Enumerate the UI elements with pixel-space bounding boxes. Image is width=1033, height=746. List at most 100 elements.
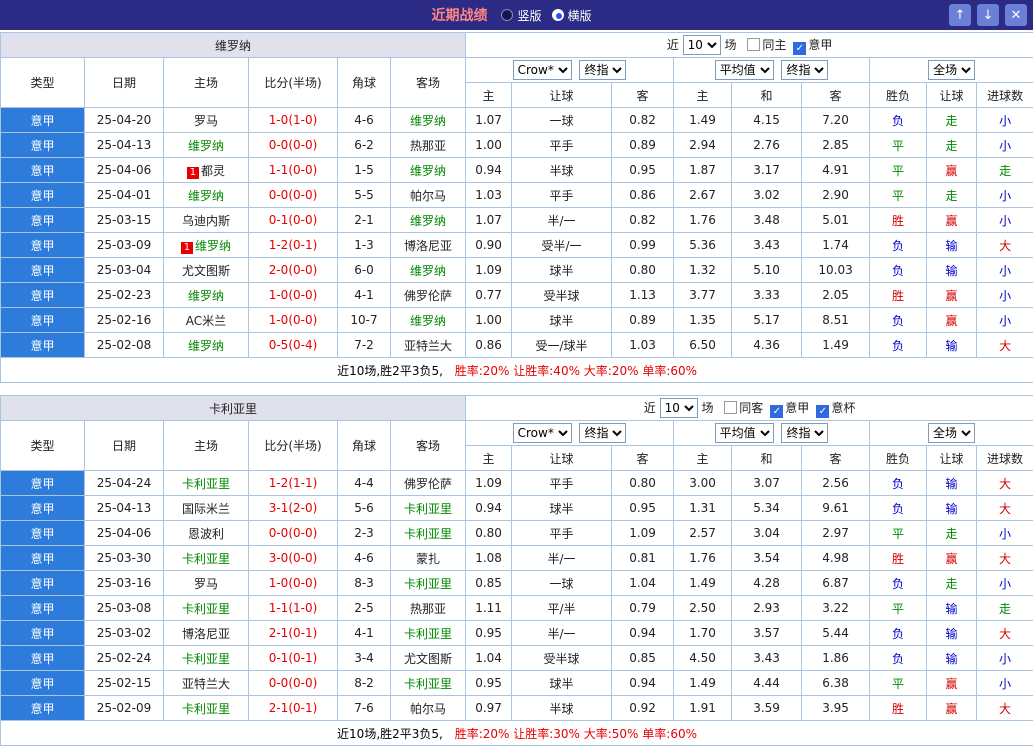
away-team-cell: 蒙扎 bbox=[391, 546, 466, 571]
layout-radio-label: 竖版 bbox=[517, 7, 541, 24]
euro-draw-odds-cell: 3.54 bbox=[732, 546, 802, 571]
filter-checkbox-checked[interactable]: ✓ bbox=[770, 405, 783, 418]
result-wdl-cell: 平 bbox=[870, 158, 927, 183]
match-rows: 意甲25-04-20罗马1-0(1-0)4-6维罗纳1.07一球0.821.49… bbox=[1, 108, 1033, 358]
bookmaker-select[interactable]: Crow* bbox=[513, 423, 572, 443]
asian-away-odds-cell: 0.82 bbox=[612, 208, 674, 233]
asian-away-odds-cell: 0.89 bbox=[612, 133, 674, 158]
away-team-cell: 维罗纳 bbox=[391, 108, 466, 133]
odds-stage-select[interactable]: 终指 bbox=[579, 60, 626, 80]
avg-stage-select[interactable]: 终指 bbox=[781, 60, 828, 80]
corner-cell: 2-1 bbox=[338, 208, 391, 233]
result-handicap-cell: 输 bbox=[927, 496, 977, 521]
layout-radio-unselected[interactable] bbox=[501, 9, 513, 21]
home-team-name: 恩波利 bbox=[188, 527, 224, 541]
score-cell: 0-5(0-4) bbox=[249, 333, 338, 358]
filter-checkbox-unchecked[interactable] bbox=[724, 401, 737, 414]
scope-select[interactable]: 全场 bbox=[928, 423, 975, 443]
euro-home-odds-cell: 5.36 bbox=[674, 233, 732, 258]
date-cell: 25-04-01 bbox=[85, 183, 164, 208]
scroll-up-button[interactable]: ↑ bbox=[949, 4, 971, 26]
unit-label: 场 bbox=[701, 401, 713, 415]
col-euro-home: 主 bbox=[674, 446, 732, 471]
home-team-name: 卡利亚里 bbox=[182, 477, 230, 491]
col-asian-home: 主 bbox=[466, 83, 512, 108]
col-result-goals: 进球数 bbox=[977, 446, 1033, 471]
scope-select[interactable]: 全场 bbox=[928, 60, 975, 80]
euro-home-odds-cell: 1.91 bbox=[674, 696, 732, 721]
score-cell: 2-0(0-0) bbox=[249, 258, 338, 283]
asian-handicap-cell: 半/一 bbox=[512, 208, 612, 233]
euro-away-odds-cell: 5.01 bbox=[802, 208, 870, 233]
away-team-cell: 卡利亚里 bbox=[391, 571, 466, 596]
asian-handicap-cell: 平/半 bbox=[512, 596, 612, 621]
summary-record: 近10场,胜2平3负5, bbox=[337, 364, 443, 378]
score-cell: 1-0(0-0) bbox=[249, 571, 338, 596]
date-cell: 25-02-16 bbox=[85, 308, 164, 333]
scroll-down-button[interactable]: ↓ bbox=[977, 4, 999, 26]
filter-checkbox-unchecked[interactable] bbox=[747, 38, 760, 51]
euro-home-odds-cell: 3.00 bbox=[674, 471, 732, 496]
date-cell: 25-04-13 bbox=[85, 496, 164, 521]
asian-odds-selects: Crow* 终指 bbox=[466, 58, 674, 83]
score-cell: 0-0(0-0) bbox=[249, 133, 338, 158]
league-cell: 意甲 bbox=[1, 696, 85, 721]
home-team-cell: 卡利亚里 bbox=[164, 471, 249, 496]
result-wdl-cell: 负 bbox=[870, 333, 927, 358]
near-label: 近 bbox=[644, 401, 656, 415]
col-home: 主场 bbox=[164, 58, 249, 108]
layout-radio-label: 横版 bbox=[568, 7, 592, 24]
home-team-cell: 乌迪内斯 bbox=[164, 208, 249, 233]
euro-home-odds-cell: 1.35 bbox=[674, 308, 732, 333]
corner-cell: 1-5 bbox=[338, 158, 391, 183]
asian-away-odds-cell: 1.04 bbox=[612, 571, 674, 596]
league-cell: 意甲 bbox=[1, 646, 85, 671]
league-cell: 意甲 bbox=[1, 233, 85, 258]
home-team-name: 卡利亚里 bbox=[182, 552, 230, 566]
close-button[interactable]: ✕ bbox=[1005, 4, 1027, 26]
result-handicap-cell: 赢 bbox=[927, 308, 977, 333]
layout-radio-selected[interactable] bbox=[552, 9, 564, 21]
home-team-name: 维罗纳 bbox=[188, 189, 224, 203]
match-count-select[interactable]: 10 bbox=[683, 35, 721, 55]
score-cell: 1-2(1-1) bbox=[249, 471, 338, 496]
filter-checkbox-checked[interactable]: ✓ bbox=[816, 405, 829, 418]
home-team-cell: AC米兰 bbox=[164, 308, 249, 333]
col-type: 类型 bbox=[1, 58, 85, 108]
asian-handicap-cell: 受半球 bbox=[512, 646, 612, 671]
away-team-cell: 维罗纳 bbox=[391, 158, 466, 183]
result-goals-cell: 小 bbox=[977, 571, 1033, 596]
filter-checkbox-label: 同客 bbox=[739, 401, 763, 415]
away-team-cell: 博洛尼亚 bbox=[391, 233, 466, 258]
match-count-select[interactable]: 10 bbox=[660, 398, 698, 418]
scope-selects: 全场 bbox=[870, 58, 1033, 83]
result-wdl-cell: 平 bbox=[870, 133, 927, 158]
filter-checkbox-checked[interactable]: ✓ bbox=[793, 42, 806, 55]
result-handicap-cell: 赢 bbox=[927, 283, 977, 308]
match-row: 意甲25-04-24卡利亚里1-2(1-1)4-4佛罗伦萨1.09平手0.803… bbox=[1, 471, 1033, 496]
away-team-cell: 亚特兰大 bbox=[391, 333, 466, 358]
filter-checkbox-group: 同客✓意甲✓意杯 bbox=[717, 401, 855, 415]
asian-handicap-cell: 平手 bbox=[512, 133, 612, 158]
result-handicap-cell: 走 bbox=[927, 183, 977, 208]
asian-away-odds-cell: 1.03 bbox=[612, 333, 674, 358]
col-date: 日期 bbox=[85, 421, 164, 471]
asian-handicap-cell: 半/一 bbox=[512, 621, 612, 646]
away-team-cell: 佛罗伦萨 bbox=[391, 471, 466, 496]
odds-stage-select[interactable]: 终指 bbox=[579, 423, 626, 443]
team-name: 卡利亚里 bbox=[1, 396, 466, 421]
asian-home-odds-cell: 1.03 bbox=[466, 183, 512, 208]
away-team-cell: 热那亚 bbox=[391, 596, 466, 621]
avg-stage-select[interactable]: 终指 bbox=[781, 423, 828, 443]
home-team-name: 博洛尼亚 bbox=[182, 627, 230, 641]
corner-cell: 4-1 bbox=[338, 283, 391, 308]
euro-home-odds-cell: 6.50 bbox=[674, 333, 732, 358]
asian-home-odds-cell: 1.09 bbox=[466, 258, 512, 283]
scope-selects: 全场 bbox=[870, 421, 1033, 446]
average-select[interactable]: 平均值 bbox=[715, 423, 774, 443]
match-row: 意甲25-03-091维罗纳1-2(0-1)1-3博洛尼亚0.90受半/一0.9… bbox=[1, 233, 1033, 258]
average-select[interactable]: 平均值 bbox=[715, 60, 774, 80]
score-cell: 1-0(1-0) bbox=[249, 108, 338, 133]
score-cell: 0-1(0-0) bbox=[249, 208, 338, 233]
bookmaker-select[interactable]: Crow* bbox=[513, 60, 572, 80]
